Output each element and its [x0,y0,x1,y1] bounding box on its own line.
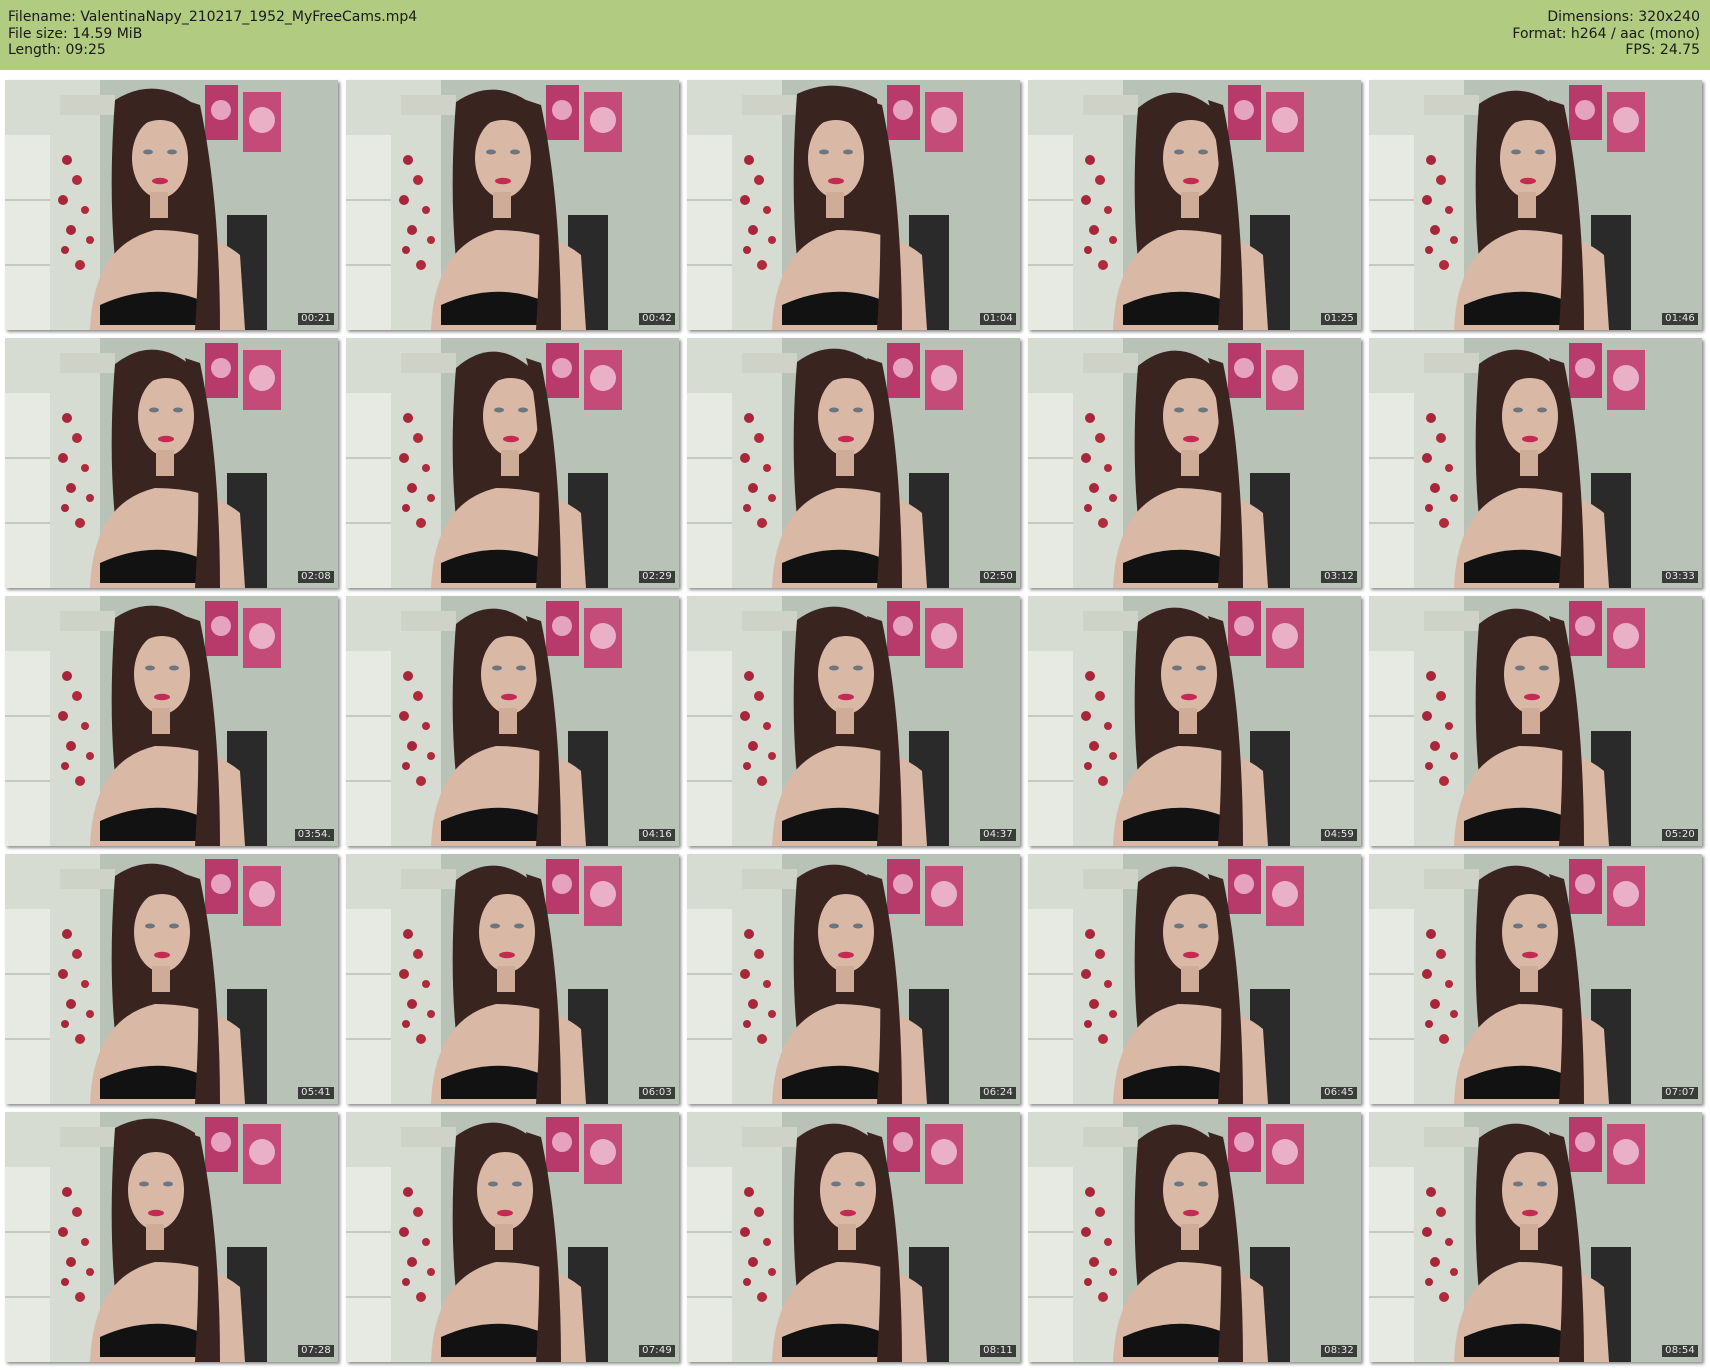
video-thumbnail: 03:54. [5,596,338,846]
timestamp-label: 00:42 [639,313,675,325]
fps-label: FPS: [1625,42,1656,58]
video-thumbnail: 04:37 [687,596,1020,846]
frame-image [687,338,1020,588]
filesize-value: 14.59 MiB [72,25,143,42]
timestamp-label: 03:33 [1662,571,1698,583]
frame-image [687,80,1020,330]
timestamp-label: 08:54 [1662,1345,1698,1357]
timestamp-label: 03:54. [294,829,334,841]
timestamp-label: 02:08 [298,571,334,583]
frame-image [687,1112,1020,1362]
video-thumbnail: 08:11 [687,1112,1020,1362]
frame-image [5,1112,338,1362]
video-thumbnail: 03:33 [1369,338,1702,588]
media-info: Dimensions: 320x240 Format: h264 / aac (m… [1512,9,1700,59]
length-label: Length: [8,42,62,58]
video-thumbnail: 01:04 [687,80,1020,330]
frame-image [1369,596,1702,846]
timestamp-label: 05:41 [298,1087,334,1099]
frame-image [1028,338,1361,588]
frame-image [1369,854,1702,1104]
frame-image [346,1112,679,1362]
video-thumbnail: 02:29 [346,338,679,588]
frame-image [1369,1112,1702,1362]
timestamp-label: 08:32 [1321,1345,1357,1357]
frame-image [1028,596,1361,846]
frame-image [5,854,338,1104]
timestamp-label: 00:21 [298,313,334,325]
filesize-label: File size: [8,25,68,42]
video-thumbnail: 08:32 [1028,1112,1361,1362]
timestamp-label: 08:11 [980,1345,1016,1357]
video-thumbnail: 00:21 [5,80,338,330]
timestamp-label: 07:49 [639,1345,675,1357]
timestamp-label: 06:03 [639,1087,675,1099]
dimensions-label: Dimensions: [1547,9,1634,25]
filename-value: ValentinaNapy_210217_1952_MyFreeCams.mp4 [80,9,418,25]
frame-image [1028,1112,1361,1362]
video-thumbnail: 06:03 [346,854,679,1104]
frame-image [346,338,679,588]
frame-image [687,596,1020,846]
dimensions-row: Dimensions: 320x240 [1512,9,1700,26]
timestamp-label: 01:04 [980,313,1016,325]
timestamp-label: 07:07 [1662,1087,1698,1099]
frame-image [687,854,1020,1104]
frame-image [346,596,679,846]
file-info: Filename: ValentinaNapy_210217_1952_MyFr… [8,9,417,59]
frame-image [5,80,338,330]
video-thumbnail: 04:16 [346,596,679,846]
video-thumbnail: 06:45 [1028,854,1361,1104]
frame-image [5,338,338,588]
frame-image [346,854,679,1104]
format-value: h264 / aac (mono) [1570,25,1700,42]
timestamp-label: 04:37 [980,829,1016,841]
frame-image [1369,80,1702,330]
video-thumbnail: 05:41 [5,854,338,1104]
length-row: Length: 09:25 [8,42,417,59]
info-header: Filename: ValentinaNapy_210217_1952_MyFr… [0,0,1710,70]
video-thumbnail: 03:12 [1028,338,1361,588]
timestamp-label: 04:59 [1321,829,1357,841]
video-thumbnail: 06:24 [687,854,1020,1104]
frame-image [1028,80,1361,330]
frame-image [1369,338,1702,588]
format-label: Format: [1512,25,1567,42]
timestamp-label: 02:50 [980,571,1016,583]
video-thumbnail: 01:46 [1369,80,1702,330]
frame-image [346,80,679,330]
video-thumbnail: 07:28 [5,1112,338,1362]
fps-value: 24.75 [1659,42,1700,58]
video-thumbnail: 08:54 [1369,1112,1702,1362]
timestamp-label: 05:20 [1662,829,1698,841]
frame-image [5,596,338,846]
video-thumbnail: 05:20 [1369,596,1702,846]
filename-label: Filename: [8,9,76,25]
format-row: Format: h264 / aac (mono) [1512,26,1700,43]
timestamp-label: 01:46 [1662,313,1698,325]
timestamp-label: 06:24 [980,1087,1016,1099]
video-thumbnail: 01:25 [1028,80,1361,330]
timestamp-label: 04:16 [639,829,675,841]
video-thumbnail: 02:50 [687,338,1020,588]
length-value: 09:25 [65,42,106,58]
timestamp-label: 01:25 [1321,313,1357,325]
video-thumbnail: 07:49 [346,1112,679,1362]
frame-image [1028,854,1361,1104]
video-thumbnail: 02:08 [5,338,338,588]
video-thumbnail: 04:59 [1028,596,1361,846]
video-thumbnail: 00:42 [346,80,679,330]
filename-row: Filename: ValentinaNapy_210217_1952_MyFr… [8,9,417,26]
dimensions-value: 320x240 [1638,9,1700,25]
video-thumbnail: 07:07 [1369,854,1702,1104]
thumbnail-grid: 00:21 00:42 01:04 01:25 01:46 02:08 02:2… [5,80,1705,1365]
filesize-row: File size: 14.59 MiB [8,26,417,43]
timestamp-label: 02:29 [639,571,675,583]
timestamp-label: 06:45 [1321,1087,1357,1099]
fps-row: FPS: 24.75 [1512,42,1700,59]
timestamp-label: 07:28 [298,1345,334,1357]
timestamp-label: 03:12 [1321,571,1357,583]
